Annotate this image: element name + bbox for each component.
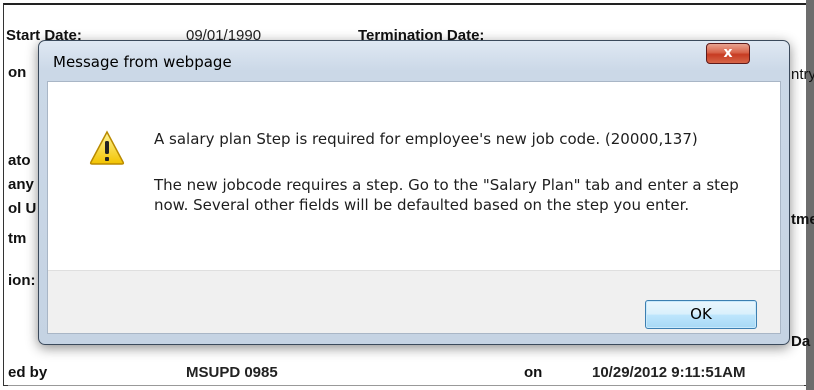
updated-by-label: ed by (8, 364, 48, 381)
close-button[interactable]: x (706, 43, 750, 64)
dialog-content: A salary plan Step is required for emplo… (47, 81, 781, 334)
updated-on-label: on (524, 364, 543, 381)
secondary-message: The new jobcode requires a step. Go to t… (154, 176, 739, 214)
updated-on-value: 10/29/2012 9:11:51AM (592, 364, 746, 381)
message-dialog: Message from webpage x A salary plan Ste… (38, 40, 790, 345)
any-label: any (8, 176, 34, 193)
updated-by-value: MSUPD 0985 (186, 364, 278, 381)
bottom-divider (8, 385, 804, 386)
ion-label: ion: (8, 272, 36, 289)
warning-icon (89, 130, 125, 165)
primary-message: A salary plan Step is required for emplo… (154, 130, 698, 148)
ok-button[interactable]: OK (645, 300, 757, 329)
scrollbar-edge (806, 0, 814, 390)
ol-u-label: ol U (8, 200, 37, 217)
da-label: Da (791, 333, 811, 350)
tm-label: tm (8, 230, 27, 247)
ato-label: ato (8, 152, 31, 169)
dialog-title: Message from webpage (53, 53, 232, 71)
entry-label: ntry (791, 66, 814, 83)
tm-right-label: tme (791, 211, 814, 228)
on-label: on (8, 64, 27, 81)
